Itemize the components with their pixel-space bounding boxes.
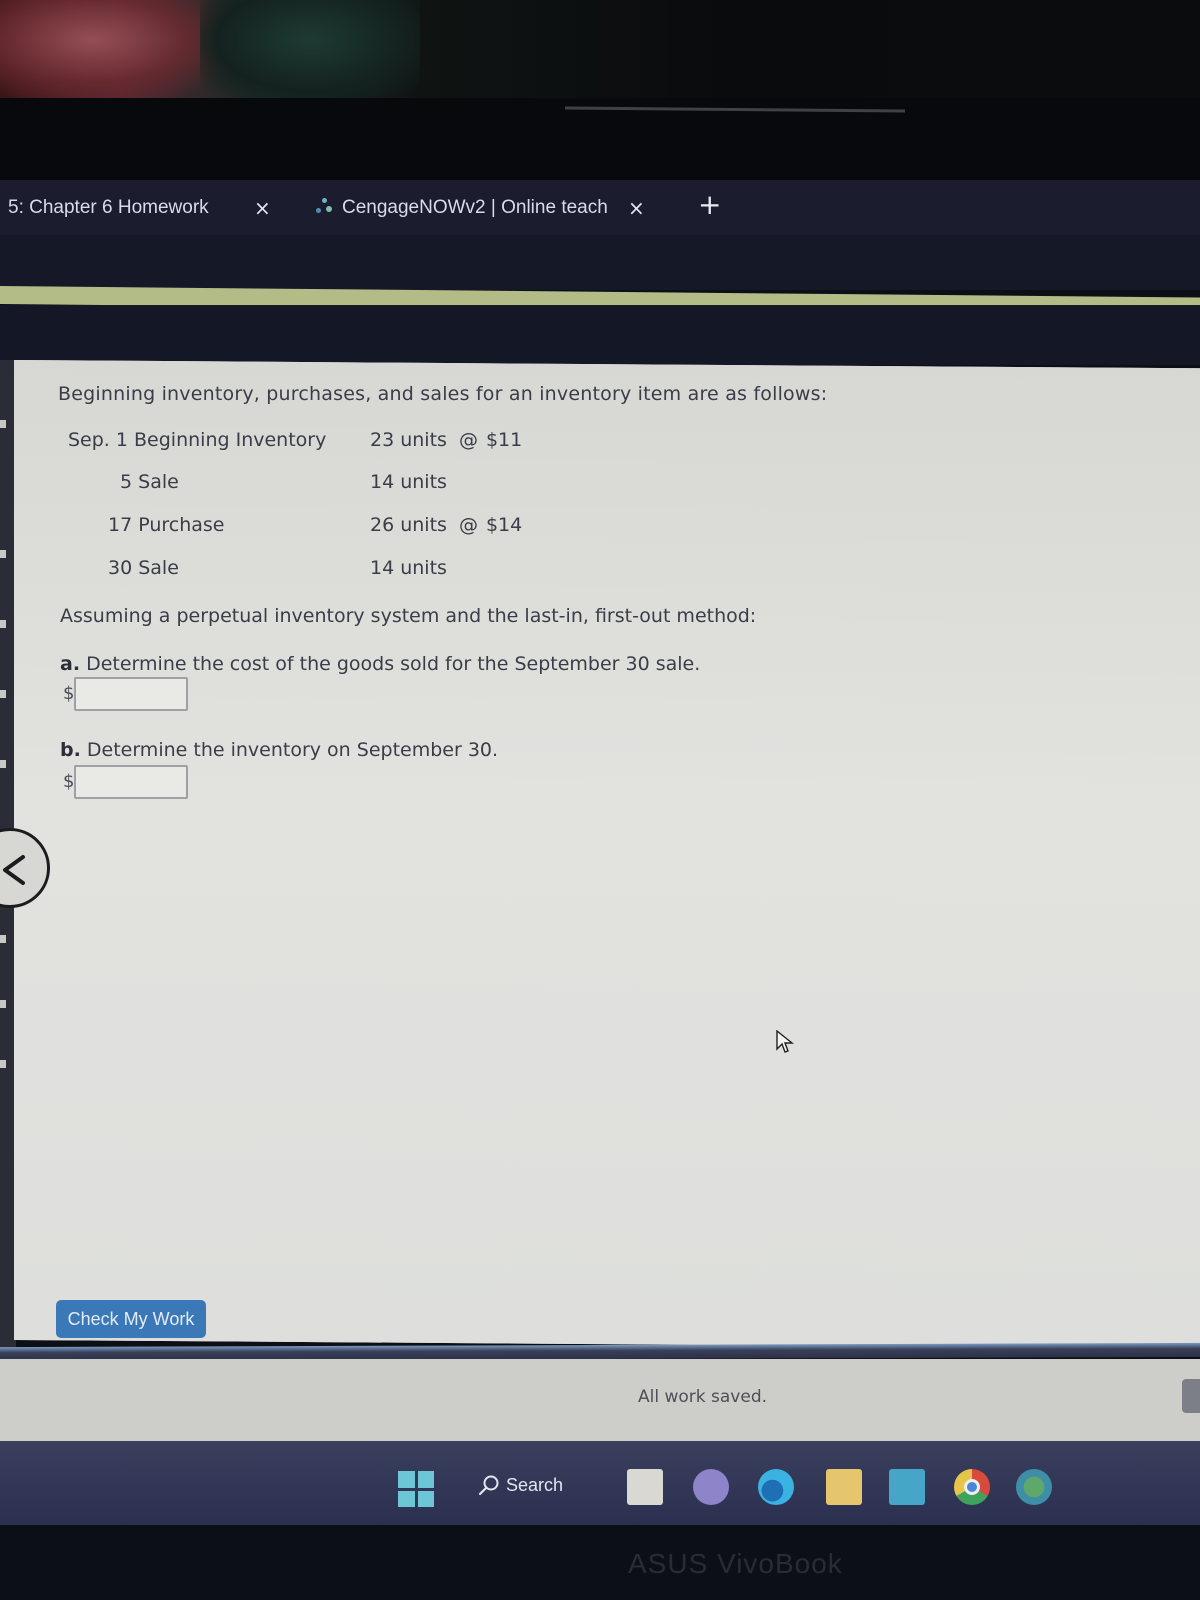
browser-toolbar: [0, 235, 1200, 290]
new-tab-button[interactable]: +: [698, 188, 721, 221]
inventory-date: Sep. 1 Beginning Inventory: [68, 429, 327, 451]
cost-of-goods-sold-input[interactable]: [74, 677, 188, 711]
tab-cengagenow[interactable]: CengageNOWv2 | Online teach ×: [314, 180, 645, 235]
question-a: a. Determine the cost of the goods sold …: [60, 653, 700, 675]
method-assumption: Assuming a perpetual inventory system an…: [60, 605, 757, 627]
windows-taskbar: Search: [0, 1441, 1200, 1525]
inventory-quantity: 14 units: [370, 471, 447, 493]
ending-inventory-input[interactable]: [74, 765, 188, 799]
pinned-app-icon[interactable]: [1016, 1469, 1052, 1505]
inventory-date: 30 Sale: [108, 557, 179, 579]
quantity: 14 units: [370, 471, 447, 493]
inventory-quantity: 14 units: [370, 557, 447, 579]
rail-marker: [0, 690, 6, 698]
question-letter: a.: [60, 653, 81, 675]
screen-bezel: [0, 98, 1200, 183]
chat-icon[interactable]: [693, 1469, 729, 1505]
check-my-work-button[interactable]: Check My Work: [56, 1300, 206, 1338]
page-header-band: [0, 305, 1200, 365]
photo-background: [0, 0, 1200, 185]
close-tab-icon[interactable]: ×: [254, 196, 271, 220]
mouse-cursor-icon: [776, 1030, 794, 1053]
chrome-icon[interactable]: [954, 1469, 990, 1505]
search-icon: [478, 1475, 499, 1496]
inventory-date: 17 Purchase: [108, 514, 225, 536]
windows-logo-icon: [398, 1490, 415, 1507]
question-b: b. Determine the inventory on September …: [60, 739, 498, 761]
currency-symbol: $: [63, 771, 75, 792]
start-button[interactable]: [398, 1471, 434, 1507]
inventory-date: 5 Sale: [120, 471, 179, 493]
rail-marker: [0, 620, 6, 628]
rail-marker: [0, 420, 6, 428]
assignment-page: [14, 360, 1200, 1349]
laptop-brand-label: ASUS VivoBook: [628, 1548, 843, 1579]
windows-logo-icon: [417, 1490, 434, 1507]
quantity: 23 units: [370, 429, 447, 451]
rail-marker: [0, 760, 6, 768]
quantity: 14 units: [370, 557, 447, 579]
taskbar-search[interactable]: Search: [478, 1467, 598, 1503]
at-sign: @: [458, 514, 478, 536]
task-view-icon[interactable]: [627, 1469, 663, 1505]
windows-logo-icon: [398, 1471, 415, 1488]
browser-tab-strip: 5: Chapter 6 Homework × CengageNOWv2 | O…: [0, 180, 1200, 235]
inventory-quantity: 23 units @ $11: [370, 429, 522, 451]
page-footer: All work saved.: [0, 1359, 1200, 1441]
currency-symbol: $: [63, 683, 75, 704]
question-text: Determine the cost of the goods sold for…: [86, 653, 701, 675]
question-text: Determine the inventory on September 30.: [86, 739, 499, 761]
windows-logo-icon: [417, 1471, 434, 1488]
question-letter: b.: [60, 739, 81, 761]
mail-icon[interactable]: [889, 1469, 925, 1505]
search-label: Search: [506, 1474, 564, 1495]
rail-marker: [0, 1060, 6, 1068]
save-status: All work saved.: [638, 1387, 768, 1407]
close-tab-icon[interactable]: ×: [628, 196, 645, 220]
cengage-favicon-icon: [314, 197, 334, 218]
problem-intro: Beginning inventory, purchases, and sale…: [58, 383, 828, 405]
background-object: [0, 0, 230, 100]
at-sign: @: [458, 429, 478, 451]
unit-price: $14: [485, 514, 523, 536]
tab-label: CengageNOWv2 | Online teach: [342, 196, 608, 218]
rail-marker: [0, 550, 6, 558]
rail-marker: [0, 1000, 6, 1008]
tab-chapter-6-homework[interactable]: 5: Chapter 6 Homework ×: [0, 180, 271, 235]
rail-marker: [0, 935, 6, 943]
unit-price: $11: [485, 429, 523, 451]
file-explorer-icon[interactable]: [826, 1469, 862, 1505]
chevron-left-icon: [3, 855, 25, 885]
edge-browser-icon[interactable]: [758, 1469, 794, 1505]
quantity: 26 units: [370, 514, 447, 536]
tab-label: 5: Chapter 6 Homework: [8, 196, 209, 218]
inventory-quantity: 26 units @ $14: [370, 514, 522, 536]
side-panel-tab[interactable]: [1182, 1379, 1200, 1413]
background-object: [200, 0, 420, 100]
